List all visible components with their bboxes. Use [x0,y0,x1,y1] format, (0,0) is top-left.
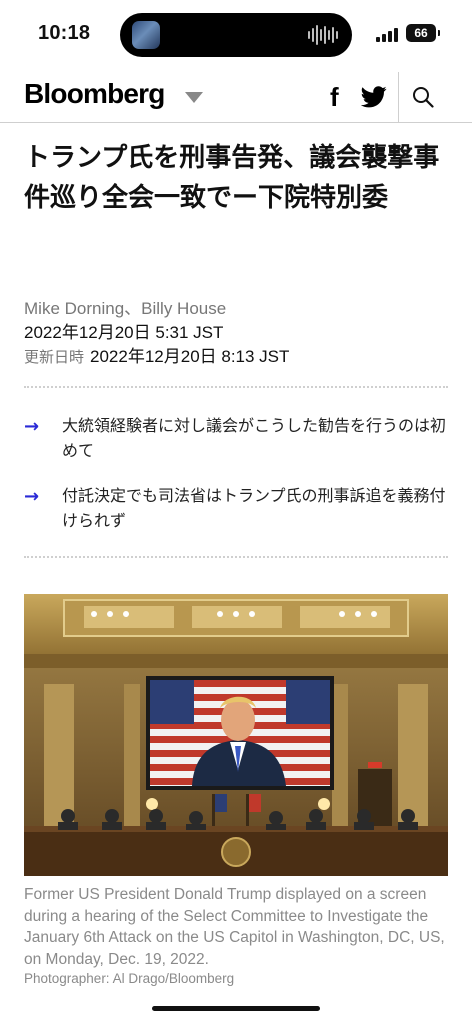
now-playing-thumbnail [132,21,160,49]
audio-waveform-icon [308,24,338,46]
caret-down-icon[interactable] [185,92,203,103]
arrow-right-icon: → [24,416,40,437]
home-indicator[interactable] [152,1006,320,1011]
article-headline: トランプ氏を刑事告発、議会襲撃事件巡り全会一致でー下院特別委 [24,143,440,214]
status-bar: 10:18 66 [0,0,472,72]
bloomberg-logo[interactable]: Bloomberg [24,78,165,110]
twitter-icon[interactable] [361,86,387,108]
article-authors[interactable]: Mike Dorning、Billy House [24,294,226,319]
summary-bullet-text: 大統領経験者に対し議会がこうした勧告を行うのは初めて [62,416,447,460]
status-time: 10:18 [38,22,91,44]
lead-photo[interactable] [24,594,448,876]
divider [24,386,448,388]
published-date: 2022年12月20日 5:31 JST [24,323,224,342]
updated-date-row: 更新日時 2022年12月20日 8:13 JST [24,342,289,367]
updated-date: 2022年12月20日 8:13 JST [90,347,290,366]
search-icon[interactable] [412,86,434,108]
cellular-signal-icon [376,26,398,42]
top-nav: Bloomberg f [0,72,472,123]
photo-caption: Former US President Donald Trump display… [24,886,445,969]
arrow-right-icon: → [24,486,40,507]
nav-divider [398,72,399,122]
summary-bullet-text: 付託決定でも司法省はトランプ氏の刑事訴追を義務付けられず [62,486,446,530]
facebook-icon[interactable]: f [330,82,339,113]
photo-credit: Photographer: Al Drago/Bloomberg [24,971,235,986]
battery-indicator: 66 [406,24,440,42]
updated-label: 更新日時 [24,348,85,366]
divider [24,556,448,558]
dynamic-island[interactable] [120,13,352,57]
